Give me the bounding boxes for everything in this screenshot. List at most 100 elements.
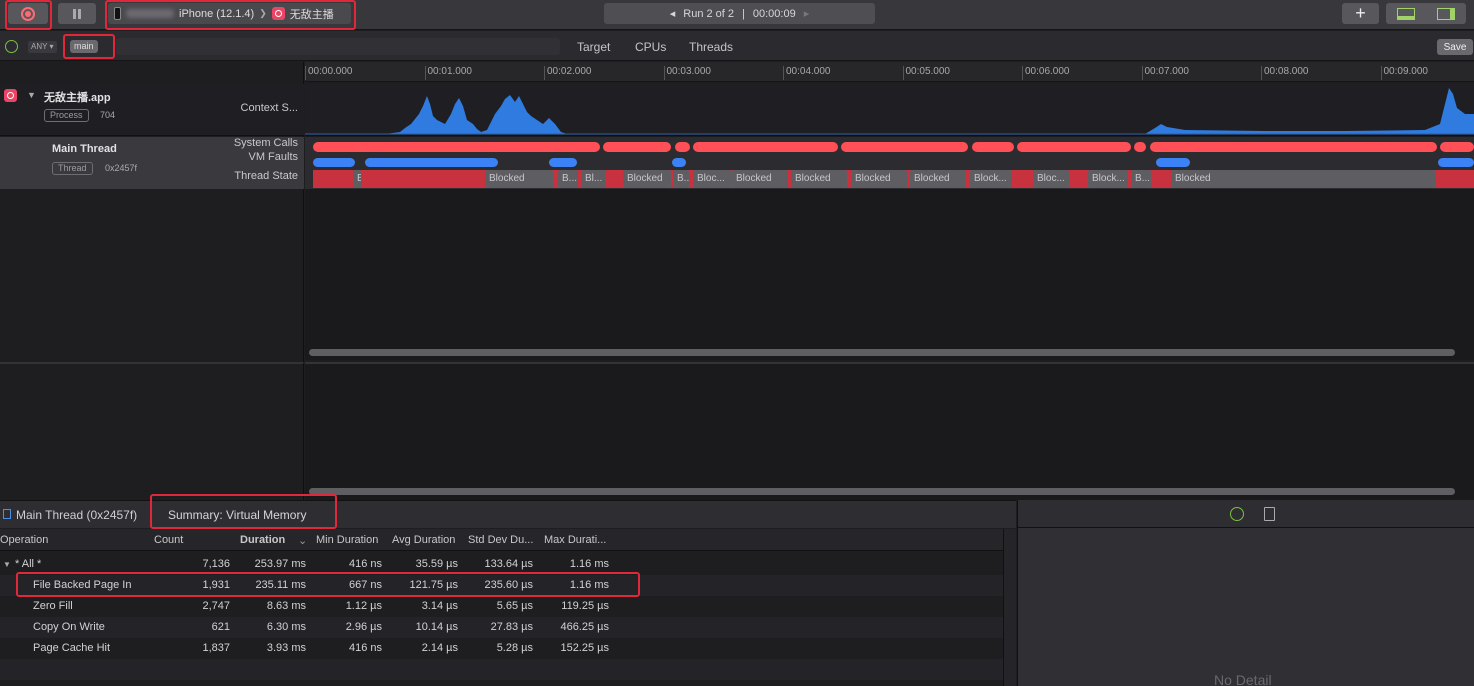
thread-state-segment[interactable]: B... [353,170,361,188]
process-tag: Process [44,109,89,122]
std-dev-value: 235.60 µs [484,579,533,591]
system-call-interval[interactable] [603,142,671,152]
count-value: 2,747 [202,600,230,612]
disclosure-triangle-icon[interactable]: ▼ [27,90,36,100]
column-std-dev-duration[interactable]: Std Dev Du... [468,534,533,546]
breadcrumb-thread[interactable]: Main Thread (0x2457f) [16,508,137,522]
vm-fault-interval[interactable] [1438,158,1474,167]
column-max-duration[interactable]: Max Durati... [544,534,606,546]
thread-state-segment[interactable]: B... [1131,170,1151,188]
system-call-interval[interactable] [693,142,838,152]
thread-state-segment[interactable]: Bloc... [1033,170,1069,188]
system-call-interval[interactable] [841,142,968,152]
segment-threads[interactable]: Threads [689,40,733,54]
vm-fault-interval[interactable] [1156,158,1190,167]
thread-state-segment[interactable]: Blocked [732,170,788,188]
path-separator: ❯ [259,8,267,18]
system-call-interval[interactable] [972,142,1014,152]
max-duration-value: 1.16 ms [569,558,609,570]
pause-button[interactable] [58,3,96,24]
system-call-interval[interactable] [313,142,600,152]
main-thread-track-header[interactable]: Main Thread Thread 0x2457f System Calls … [0,137,304,189]
thread-state-segment[interactable]: Bl... [581,170,606,188]
breadcrumb-summary[interactable]: Summary: Virtual Memory [168,508,306,522]
vm-fault-interval[interactable] [672,158,686,167]
add-instrument-button[interactable]: + [1342,3,1379,24]
ruler-tick-label: 00:05.000 [902,66,950,80]
system-call-interval[interactable] [1017,142,1131,152]
system-call-interval[interactable] [1134,142,1146,152]
segment-cpus[interactable]: CPUs [635,40,666,54]
thread-state-segment[interactable]: Bloc... [693,170,731,188]
lower-horizontal-scrollbar[interactable] [309,488,1455,495]
ruler-tick-label: 00:01.000 [424,66,472,80]
record-button[interactable] [8,3,48,24]
thread-state-segment[interactable]: Blocked [791,170,847,188]
thread-state-segment[interactable]: Blocked [623,170,671,188]
system-calls-label: System Calls [233,137,298,149]
column-avg-duration[interactable]: Avg Duration [392,534,455,546]
time-ruler[interactable]: 00:00.000 00:01.000 00:02.000 00:03.000 00:0… [305,62,1474,82]
column-count[interactable]: Count [154,534,183,546]
count-value: 1,837 [202,642,230,654]
bottom-panel-icon [1397,7,1415,20]
count-value: 7,136 [202,558,230,570]
app-icon [271,7,285,20]
filter-scope-selector[interactable]: ANY ▾ [28,41,57,53]
device-target-selector[interactable]: iPhone (12.1.4) ❯ 无敌主播 [108,3,351,24]
timeline-horizontal-scrollbar[interactable] [309,349,1455,356]
thread-state-segment[interactable]: B... [558,170,578,188]
thread-state-segment[interactable]: Blocked [1171,170,1436,188]
vm-fault-interval[interactable] [313,158,355,167]
thread-state-segment[interactable]: Blocked [910,170,966,188]
save-filter-button[interactable]: Save [1437,39,1473,55]
duration-value: 6.30 ms [266,621,306,633]
thread-state-segment[interactable]: Blocked [851,170,907,188]
system-call-interval[interactable] [675,142,690,152]
thread-state-segment[interactable]: Blocked [485,170,553,188]
disclosure-triangle-icon[interactable]: ▼ [3,560,11,569]
column-duration[interactable]: Duration [240,534,285,546]
system-call-interval[interactable] [1440,142,1474,152]
thread-tag: Thread [52,162,93,175]
document-icon[interactable] [1264,507,1275,521]
ruler-tick-label: 00:02.000 [544,66,592,80]
std-dev-value: 133.64 µs [484,558,533,570]
segment-target[interactable]: Target [577,40,610,54]
table-vertical-scrollbar[interactable] [1003,529,1016,686]
ruler-tick-label: 00:09.000 [1380,66,1428,80]
column-operation[interactable]: Operation [0,534,48,546]
table-row[interactable]: Page Cache Hit 1,837 3.93 ms 416 ns 2.14… [0,638,1003,659]
column-min-duration[interactable]: Min Duration [316,534,378,546]
thread-state-segment[interactable]: B... [673,170,689,188]
next-run-icon[interactable]: ▸ [804,7,810,20]
ruler-tick-label: 00:08.000 [1261,66,1309,80]
process-track-header[interactable]: ▼ 无敌主播.app Process 704 Context S... [0,84,304,136]
vm-fault-interval[interactable] [365,158,498,167]
timeline-area[interactable]: B...BlockedB...Bl...BlockedB...Bloc...Bl… [305,84,1474,360]
duration-value: 8.63 ms [266,600,306,612]
max-duration-value: 152.25 µs [560,642,609,654]
duration-value: 253.97 ms [254,558,306,570]
info-icon[interactable] [1230,507,1244,521]
previous-run-icon[interactable]: ◂ [670,7,676,20]
run-separator: | [742,7,745,20]
filter-token[interactable]: main [70,40,98,53]
thread-state-segment[interactable]: Block... [1088,170,1128,188]
toolbar: iPhone (12.1.4) ❯ 无敌主播 ◂ Run 2 of 2 | 00… [0,0,1474,30]
table-row[interactable]: ▼ * All * 7,136 253.97 ms 416 ns 35.59 µ… [0,554,1003,575]
toggle-inspector-button[interactable] [1426,3,1466,24]
table-row[interactable]: File Backed Page In 1,931 235.11 ms 667 … [0,575,1003,596]
toggle-detail-area-button[interactable] [1386,3,1426,24]
table-row[interactable]: Copy On Write 621 6.30 ms 2.96 µs 10.14 … [0,617,1003,638]
elapsed-time: 00:00:09 [752,7,796,20]
avg-duration-value: 3.14 µs [421,600,458,612]
vm-faults-label: VM Faults [248,151,298,163]
vm-fault-interval[interactable] [549,158,577,167]
thread-state-label: Thread State [234,170,298,182]
thread-state-segment[interactable]: Block... [970,170,1012,188]
system-call-interval[interactable] [1150,142,1437,152]
filter-input[interactable] [116,38,560,55]
right-panel-icon [1437,7,1455,20]
table-row[interactable]: Zero Fill 2,747 8.63 ms 1.12 µs 3.14 µs … [0,596,1003,617]
